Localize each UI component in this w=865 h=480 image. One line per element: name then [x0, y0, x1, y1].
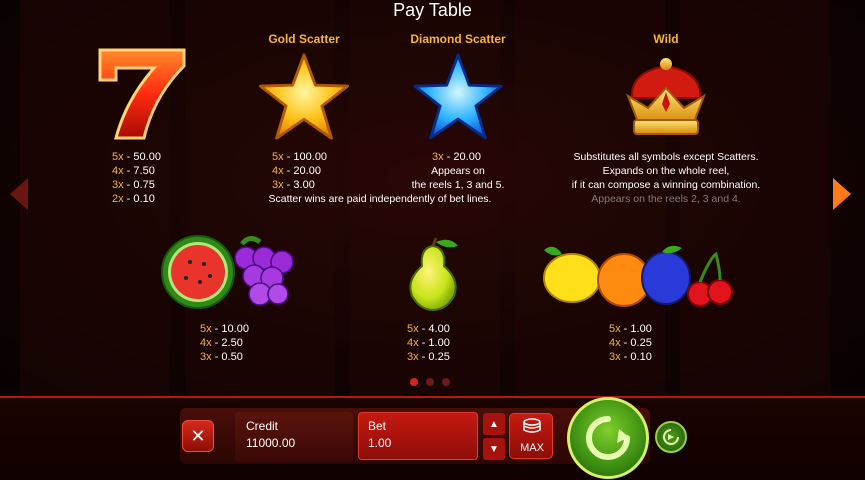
spin-icon — [586, 416, 630, 460]
gold-scatter-paytable: 5x - 100.00 4x - 20.00 3x - 3.00 — [272, 151, 328, 191]
crown-icon — [626, 58, 706, 135]
arrow-up-icon: ▲ — [489, 418, 499, 430]
diamond-note: Appears on the reels 1, 3 and 5. — [411, 165, 505, 191]
gold-star-icon — [259, 53, 349, 140]
prev-page-arrow[interactable] — [10, 178, 28, 210]
close-icon: ✕ — [190, 425, 206, 446]
melon-grape-paytable: 5x - 10.00 4x - 2.50 3x - 0.50 — [200, 323, 249, 363]
pear-paytable: 5x - 4.00 4x - 1.00 3x - 0.25 — [407, 323, 450, 363]
autoplay-button[interactable] — [655, 421, 687, 453]
gold-scatter-title: Gold Scatter — [268, 32, 340, 46]
page-dot[interactable] — [410, 378, 418, 386]
scatter-note: Scatter wins are paid independently of b… — [268, 193, 492, 205]
page-dot[interactable] — [442, 378, 450, 386]
pear-icon — [409, 237, 458, 312]
bet-value: 1.00 — [368, 436, 392, 450]
diamond-star-icon — [413, 53, 503, 140]
page-dot[interactable] — [426, 378, 434, 386]
melon-grape-symbol — [161, 235, 294, 309]
credit-label: Credit — [246, 419, 279, 433]
seven-icon — [98, 48, 186, 140]
autoplay-icon — [663, 429, 679, 445]
page-title: Pay Table — [393, 0, 472, 20]
arrow-down-icon: ▼ — [489, 443, 499, 455]
mixed-fruits-symbol — [543, 245, 733, 307]
bet-increase-button[interactable]: ▲ — [483, 413, 505, 435]
wild-title: Wild — [653, 32, 679, 46]
watermelon-icon — [161, 235, 235, 309]
cherry-icon — [687, 251, 733, 307]
plum-icon — [641, 251, 691, 305]
spin-button[interactable] — [567, 397, 649, 479]
credit-value: 11000.00 — [246, 436, 296, 450]
wild-description: Substitutes all symbols except Scatters.… — [571, 151, 761, 205]
max-bet-button[interactable]: MAX — [509, 413, 553, 459]
max-label: MAX — [520, 442, 544, 454]
seven-paytable: 5x - 50.00 4x - 7.50 3x - 0.75 2x - 0.10 — [112, 151, 161, 205]
diamond-scatter-paytable: 3x - 20.00 — [432, 151, 481, 163]
fruits-paytable: 5x - 1.00 4x - 0.25 3x - 0.10 — [609, 323, 652, 363]
lemon-icon — [543, 253, 601, 303]
page-indicator — [410, 378, 450, 386]
next-page-arrow[interactable] — [833, 178, 851, 210]
diamond-scatter-title: Diamond Scatter — [410, 32, 506, 46]
bet-label: Bet — [368, 419, 387, 433]
coins-icon — [523, 418, 541, 433]
bet-decrease-button[interactable]: ▼ — [483, 438, 505, 460]
grapes-icon — [234, 236, 294, 306]
close-button[interactable]: ✕ — [182, 420, 214, 452]
